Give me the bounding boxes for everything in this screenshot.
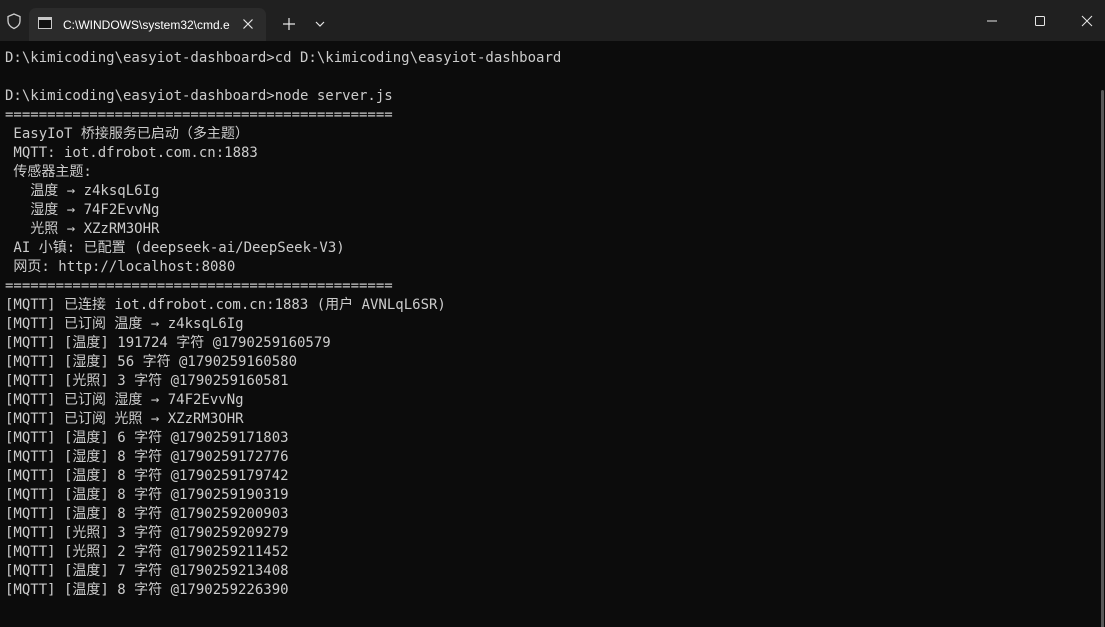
terminal-line: [MQTT] 已订阅 光照 → XZzRM3OHR xyxy=(5,411,244,427)
terminal-line: ========================================… xyxy=(5,107,393,123)
terminal-line: [MQTT] [温度] 8 字符 @1790259179742 xyxy=(5,468,289,484)
cmd-icon xyxy=(38,17,52,29)
terminal-window: C:\WINDOWS\system32\cmd.e D:\kimicoding\… xyxy=(0,0,1105,627)
terminal-line: [MQTT] [温度] 6 字符 @1790259171803 xyxy=(5,430,289,446)
terminal-line: 温度 → z4ksqL6Ig xyxy=(5,183,160,199)
minimize-button[interactable] xyxy=(969,0,1015,41)
terminal-line: [MQTT] [温度] 8 字符 @1790259190319 xyxy=(5,487,289,503)
terminal-line: MQTT: iot.dfrobot.com.cn:1883 xyxy=(5,145,258,161)
terminal-line: [MQTT] [温度] 8 字符 @1790259200903 xyxy=(5,506,289,522)
terminal-line: [MQTT] 已订阅 湿度 → 74F2EvvNg xyxy=(5,392,244,408)
close-window-button[interactable] xyxy=(1064,0,1105,41)
shield-icon[interactable] xyxy=(5,12,23,30)
terminal-line: [MQTT] 已连接 iot.dfrobot.com.cn:1883 (用户 A… xyxy=(5,297,446,313)
close-icon xyxy=(1081,15,1093,27)
terminal-line: EasyIoT 桥接服务已启动（多主题） xyxy=(5,126,249,142)
maximize-icon xyxy=(1035,16,1045,26)
terminal-line: [MQTT] [光照] 2 字符 @1790259211452 xyxy=(5,544,289,560)
terminal-line: 光照 → XZzRM3OHR xyxy=(5,221,160,237)
tab-cmd[interactable]: C:\WINDOWS\system32\cmd.e xyxy=(29,8,266,41)
terminal-line: 网页: http://localhost:8080 xyxy=(5,259,236,275)
minimize-icon xyxy=(987,20,997,22)
terminal-line: [MQTT] [光照] 3 字符 @1790259160581 xyxy=(5,373,289,389)
terminal-lines: D:\kimicoding\easyiot-dashboard>cd D:\ki… xyxy=(5,49,561,600)
terminal-line: [MQTT] [温度] 7 字符 @1790259213408 xyxy=(5,563,289,579)
close-icon[interactable] xyxy=(238,14,258,34)
terminal-line: [MQTT] [温度] 191724 字符 @1790259160579 xyxy=(5,335,331,351)
terminal-line: 传感器主题: xyxy=(5,164,92,180)
terminal-line: ========================================… xyxy=(5,278,393,294)
terminal-line: AI 小镇: 已配置 (deepseek-ai/DeepSeek-V3) xyxy=(5,240,345,256)
terminal-line: D:\kimicoding\easyiot-dashboard>cd D:\ki… xyxy=(5,50,562,66)
terminal-line: [MQTT] [湿度] 8 字符 @1790259172776 xyxy=(5,449,289,465)
terminal-line: D:\kimicoding\easyiot-dashboard>node ser… xyxy=(5,88,393,104)
chevron-down-icon[interactable] xyxy=(309,13,331,35)
terminal-line: [MQTT] 已订阅 温度 → z4ksqL6Ig xyxy=(5,316,244,332)
terminal-line: [MQTT] [温度] 8 字符 @1790259226390 xyxy=(5,582,289,598)
terminal-line: [MQTT] [湿度] 56 字符 @1790259160580 xyxy=(5,354,298,370)
title-bar[interactable]: C:\WINDOWS\system32\cmd.e xyxy=(0,0,1105,41)
plus-icon[interactable] xyxy=(278,13,300,35)
scrollbar[interactable] xyxy=(1101,90,1104,627)
maximize-button[interactable] xyxy=(1017,0,1063,41)
tab-title: C:\WINDOWS\system32\cmd.e xyxy=(63,18,230,32)
terminal-output[interactable]: D:\kimicoding\easyiot-dashboard>cd D:\ki… xyxy=(0,41,1105,627)
terminal-line: [MQTT] [光照] 3 字符 @1790259209279 xyxy=(5,525,289,541)
terminal-line: 湿度 → 74F2EvvNg xyxy=(5,202,160,218)
